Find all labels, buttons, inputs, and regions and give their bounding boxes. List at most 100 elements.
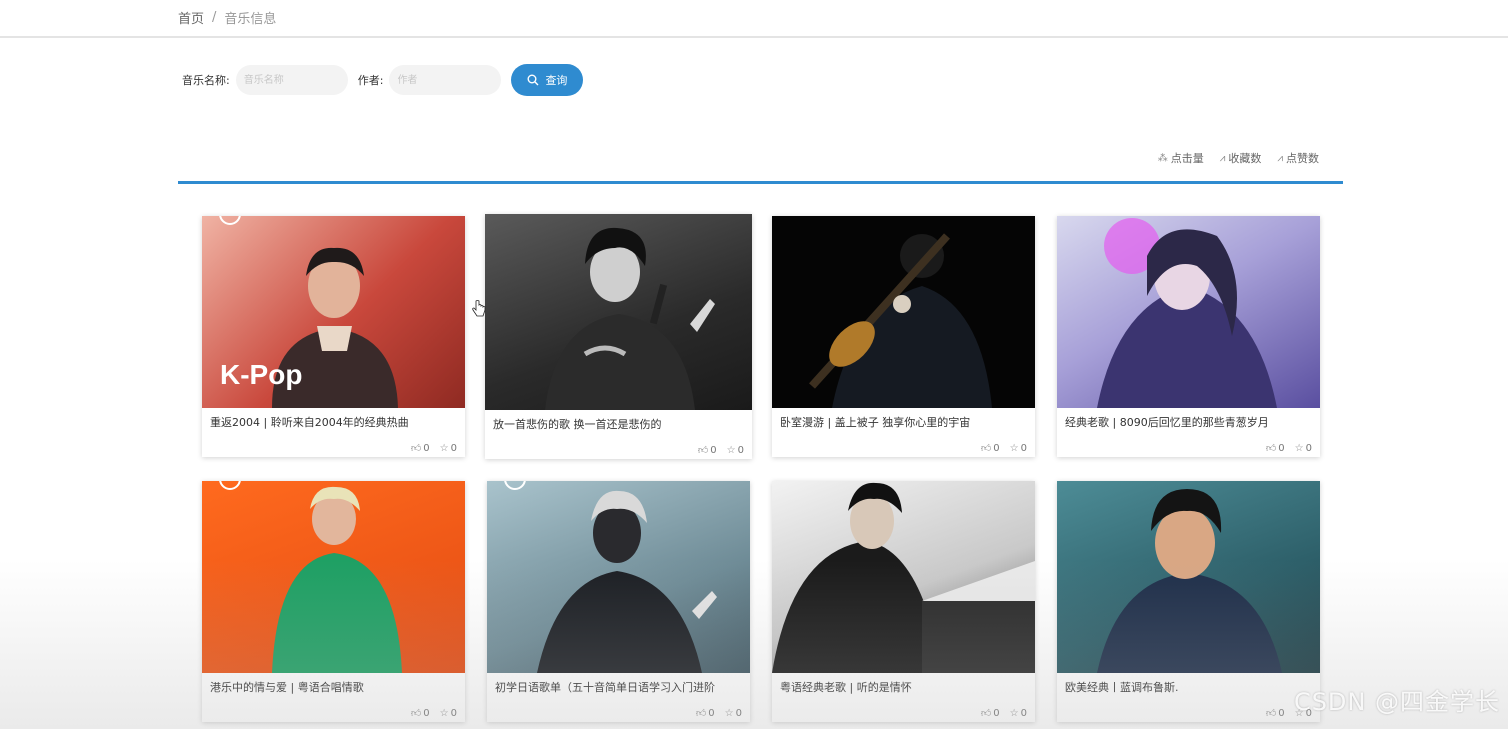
music-name-label: 音乐名称: [182, 74, 230, 87]
thumbs-up-icon: 👍︎ [410, 443, 422, 454]
card-title[interactable]: 重返2004 | 聆听来自2004年的经典热曲 [210, 414, 457, 430]
like-stat[interactable]: 👍︎ 0 [410, 442, 430, 455]
favorite-stat[interactable]: ☆ 0 [440, 708, 457, 719]
card-stats: 👍︎ 0 ☆ 0 [1265, 442, 1312, 455]
card-title[interactable]: 港乐中的情与爱 | 粤语合唱情歌 [210, 679, 457, 695]
like-count: 0 [708, 707, 715, 719]
breadcrumb-current: 音乐信息 [224, 12, 277, 27]
sort-by-clicks[interactable]: ⁂ 点击量 [1158, 150, 1204, 166]
favorite-count: 0 [1305, 442, 1312, 454]
like-stat[interactable]: 👍︎ 0 [697, 444, 717, 457]
star-icon: ☆ [1009, 707, 1019, 719]
click-icon: ⁂ [1157, 152, 1168, 164]
music-card[interactable]: 经典老歌 | 8090后回忆里的那些青葱岁月 👍︎ 0 ☆ 0 [1057, 216, 1320, 457]
like-count: 0 [993, 707, 1000, 719]
card-stats: 👍︎ 0 ☆ 0 [980, 442, 1027, 455]
card-title[interactable]: 粤语经典老歌 | 听的是情怀 [780, 679, 1027, 695]
breadcrumb-home-link[interactable]: 首页 [178, 8, 204, 27]
favorite-count: 0 [1020, 442, 1027, 454]
favorite-stat[interactable]: ☆ 0 [440, 443, 457, 454]
card-stats: 👍︎ 0 ☆ 0 [980, 707, 1027, 720]
sort-divider [178, 181, 1343, 184]
thumbs-up-icon: 👍︎ [980, 708, 992, 719]
thumbs-up-icon: 👍︎ [410, 708, 422, 719]
like-stat[interactable]: 👍︎ 0 [695, 707, 715, 720]
thumbs-up-icon: 👍︎ [1265, 443, 1277, 454]
breadcrumb: 首页 / 音乐信息 [178, 8, 276, 27]
search-button-label: 查询 [545, 74, 568, 87]
like-stat[interactable]: 👍︎ 0 [410, 707, 430, 720]
card-title[interactable]: 欧美经典丨蓝调布鲁斯. [1065, 679, 1312, 695]
thumbs-up-icon: 👍︎ [980, 443, 992, 454]
favorite-stat[interactable]: ☆ 0 [1010, 708, 1027, 719]
favorite-stat[interactable]: ☆ 0 [1010, 443, 1027, 454]
star-icon: ☆ [439, 707, 449, 719]
like-count: 0 [1278, 442, 1285, 454]
card-stats: 👍︎ 0 ☆ 0 [697, 444, 744, 457]
breadcrumb-separator: / [212, 10, 217, 25]
like-stat[interactable]: 👍︎ 0 [980, 707, 1000, 720]
like-count: 0 [423, 707, 430, 719]
like-stat[interactable]: 👍︎ 0 [1265, 442, 1285, 455]
favorite-count: 0 [450, 442, 457, 454]
sort-by-favorites[interactable]: ⩘ 收藏数 [1220, 150, 1262, 166]
like-stat[interactable]: 👍︎ 0 [1265, 707, 1285, 720]
card-stats: 👍︎ 0 ☆ 0 [410, 442, 457, 455]
music-card[interactable]: K-Pop 重返2004 | 聆听来自2004年的经典热曲 👍︎ 0 ☆ 0 [202, 216, 465, 457]
music-card[interactable]: 欧美经典丨蓝调布鲁斯. 👍︎ 0 ☆ 0 [1057, 481, 1320, 722]
music-card[interactable]: 粤语经典老歌 | 听的是情怀 👍︎ 0 ☆ 0 [772, 481, 1035, 722]
header-divider [0, 36, 1508, 38]
cover-image[interactable] [485, 214, 752, 410]
sort-by-likes[interactable]: ⩘ 点赞数 [1277, 150, 1319, 166]
card-title[interactable]: 卧室漫游 | 盖上被子 独享你心里的宇宙 [780, 414, 1027, 430]
like-count: 0 [423, 442, 430, 454]
like-count: 0 [710, 444, 717, 456]
like-count: 0 [993, 442, 1000, 454]
hand-cursor-icon [472, 300, 486, 322]
search-icon [527, 74, 539, 86]
thumbs-up-icon: 👍︎ [695, 708, 707, 719]
thumbs-up-icon: 👍︎ [697, 445, 709, 456]
author-label: 作者: [357, 74, 384, 87]
favorite-stat[interactable]: ☆ 0 [1295, 443, 1312, 454]
favorite-count: 0 [450, 707, 457, 719]
like-count: 0 [1278, 707, 1285, 719]
music-card[interactable]: 初学日语歌单（五十音简单日语学习入门进阶 👍︎ 0 ☆ 0 [487, 481, 750, 722]
favorite-chart-icon: ⩘ [1219, 152, 1226, 164]
watermark: CSDN @四金学长 [1293, 688, 1500, 716]
star-icon: ☆ [726, 444, 736, 456]
cover-image[interactable] [487, 481, 750, 673]
star-icon: ☆ [439, 442, 449, 454]
card-title[interactable]: 放一首悲伤的歌 换一首还是悲伤的 [493, 416, 740, 432]
cover-image[interactable]: K-Pop [202, 216, 465, 408]
star-icon: ☆ [724, 707, 734, 719]
favorite-count: 0 [735, 707, 742, 719]
favorite-count: 0 [1020, 707, 1027, 719]
cover-image[interactable] [1057, 481, 1320, 673]
music-name-input[interactable] [235, 65, 348, 95]
card-stats: 👍︎ 0 ☆ 0 [695, 707, 742, 720]
sort-label: 收藏数 [1228, 152, 1262, 165]
cover-image[interactable] [772, 481, 1035, 673]
card-title[interactable]: 经典老歌 | 8090后回忆里的那些青葱岁月 [1065, 414, 1312, 430]
thumbs-up-icon: 👍︎ [1265, 708, 1277, 719]
sort-label: 点击量 [1170, 152, 1204, 165]
music-card[interactable]: 港乐中的情与爱 | 粤语合唱情歌 👍︎ 0 ☆ 0 [202, 481, 465, 722]
favorite-stat[interactable]: ☆ 0 [727, 445, 744, 456]
like-stat[interactable]: 👍︎ 0 [980, 442, 1000, 455]
search-button[interactable]: 查询 [511, 64, 584, 96]
music-card[interactable]: 放一首悲伤的歌 换一首还是悲伤的 👍︎ 0 ☆ 0 [485, 214, 752, 459]
cover-image[interactable] [1057, 216, 1320, 408]
cover-image[interactable] [202, 481, 465, 673]
favorite-stat[interactable]: ☆ 0 [725, 708, 742, 719]
author-input[interactable] [389, 65, 502, 95]
search-bar: 音乐名称: 作者: 查询 [182, 64, 584, 96]
sort-label: 点赞数 [1286, 152, 1319, 165]
cover-text: K-Pop [220, 359, 302, 390]
favorite-count: 0 [737, 444, 744, 456]
music-card[interactable]: 卧室漫游 | 盖上被子 独享你心里的宇宙 👍︎ 0 ☆ 0 [772, 216, 1035, 457]
star-icon: ☆ [1294, 442, 1304, 454]
cover-image[interactable] [772, 216, 1035, 408]
sort-bar: ⁂ 点击量 ⩘ 收藏数 ⩘ 点赞数 [1158, 150, 1319, 166]
card-title[interactable]: 初学日语歌单（五十音简单日语学习入门进阶 [495, 679, 742, 695]
